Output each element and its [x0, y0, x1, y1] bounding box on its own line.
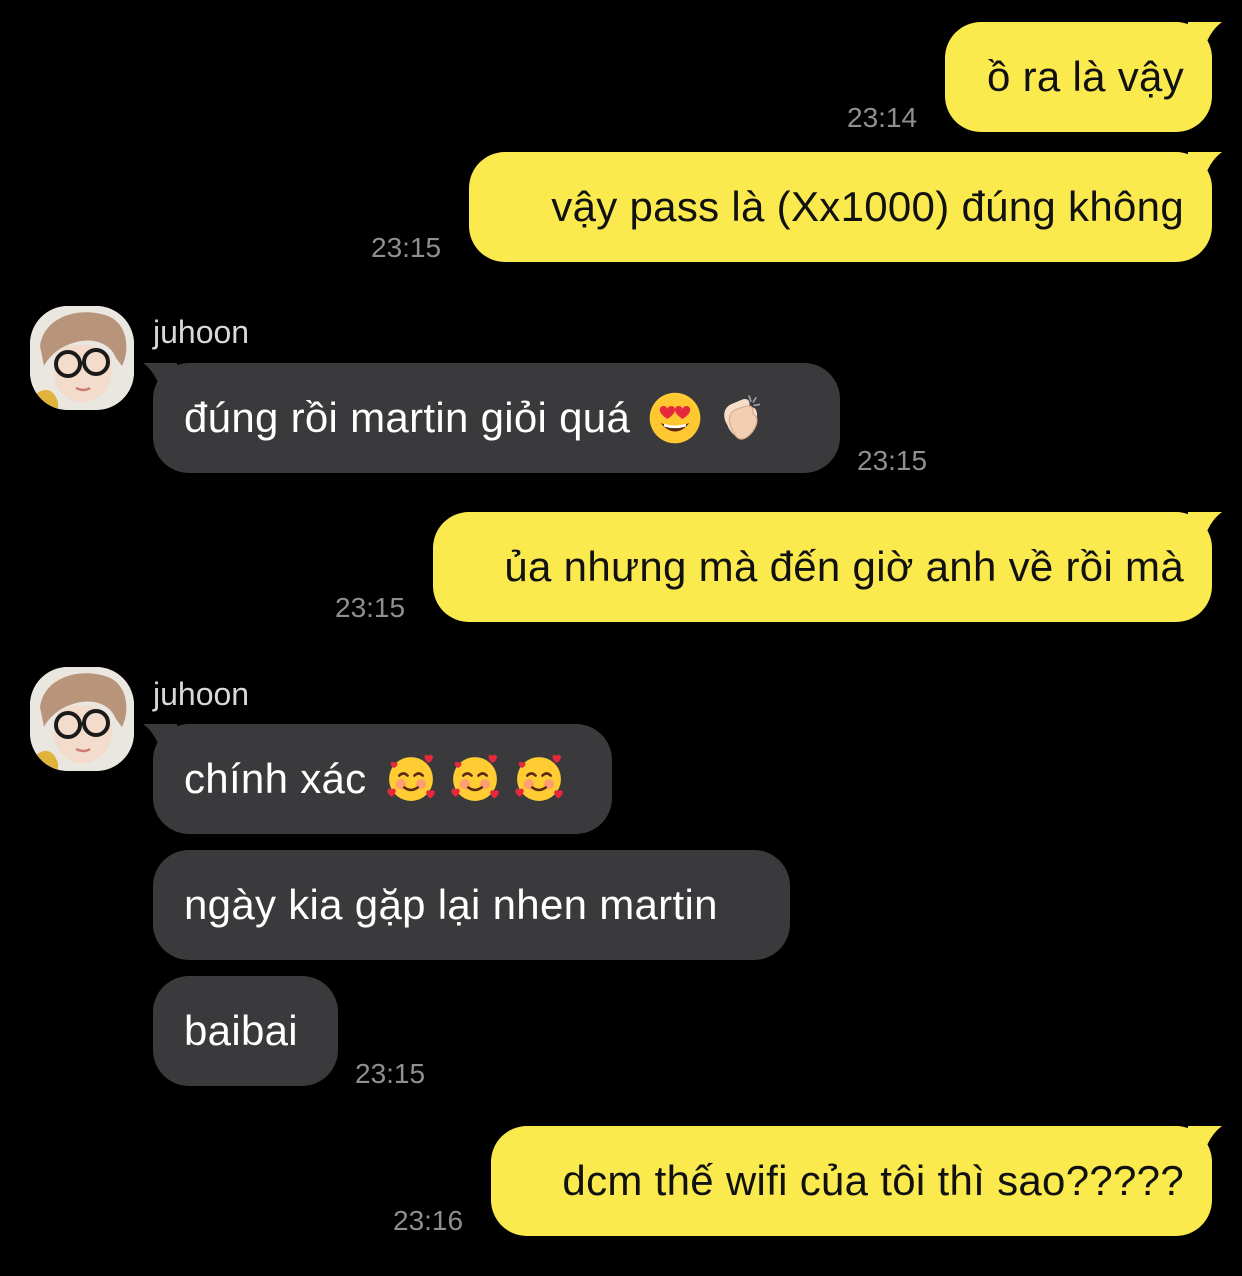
bubble-tail [1188, 512, 1222, 546]
heart-eyes-emoji [648, 391, 702, 445]
outgoing-message-1[interactable]: ồ ra là vậy [945, 22, 1222, 132]
contact-avatar[interactable] [30, 306, 134, 410]
message-text: chính xác [184, 755, 367, 802]
contact-avatar[interactable] [30, 667, 134, 771]
smiling-face-with-hearts-emoji [512, 752, 566, 806]
timestamp: 23:14 [847, 102, 918, 133]
smiling-face-with-hearts-emoji [448, 752, 502, 806]
incoming-message-1[interactable]: đúng rồi martin giỏi quá [143, 363, 840, 473]
clapping-hands-emoji [712, 391, 766, 445]
outgoing-message-4[interactable]: dcm thế wifi của tôi thì sao????? [491, 1126, 1222, 1236]
smiling-face-with-hearts-emoji [384, 752, 438, 806]
sender-name: juhoon [153, 676, 250, 712]
bubble-tail [143, 724, 177, 758]
message-text: baibai [184, 1007, 298, 1054]
timestamp: 23:15 [857, 445, 928, 476]
message-text: ồ ra là vậy [986, 53, 1184, 100]
message-text: ủa nhưng mà đến giờ anh về rồi mà [504, 543, 1184, 590]
outgoing-message-2[interactable]: vậy pass là (Xx1000) đúng không [469, 152, 1222, 262]
incoming-message-4[interactable]: baibai [153, 976, 338, 1086]
emoji-group [384, 752, 566, 806]
incoming-message-2[interactable]: chính xác [143, 724, 612, 834]
bubble-tail [1188, 22, 1222, 56]
bubble-tail [1188, 1126, 1222, 1160]
message-text: vậy pass là (Xx1000) đúng không [551, 183, 1184, 230]
sender-name: juhoon [153, 314, 250, 350]
message-text: đúng rồi martin giỏi quá [184, 394, 631, 441]
bubble-tail [1188, 152, 1222, 186]
timestamp: 23:15 [371, 232, 442, 263]
timestamp: 23:15 [335, 592, 406, 623]
outgoing-message-3[interactable]: ủa nhưng mà đến giờ anh về rồi mà [433, 512, 1222, 622]
incoming-message-3[interactable]: ngày kia gặp lại nhen martin [153, 850, 790, 960]
message-text: dcm thế wifi của tôi thì sao????? [562, 1157, 1184, 1204]
emoji-group [648, 391, 766, 445]
timestamp: 23:15 [355, 1058, 426, 1089]
timestamp: 23:16 [393, 1205, 464, 1236]
bubble-tail [143, 363, 177, 397]
message-text: ngày kia gặp lại nhen martin [184, 881, 718, 928]
